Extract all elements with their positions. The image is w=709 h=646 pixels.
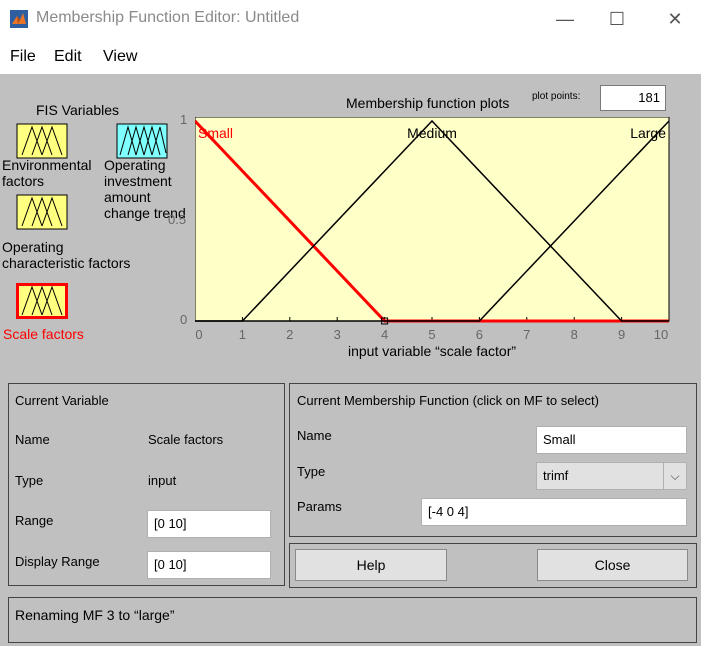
- menu-file[interactable]: File: [10, 48, 36, 66]
- range-label: Range: [15, 513, 54, 528]
- x-tick-label: 8: [571, 327, 578, 342]
- plot-title: Membership function plots: [346, 95, 510, 111]
- fis-variables-heading: FIS Variables: [36, 102, 119, 118]
- close-button[interactable]: Close: [537, 549, 688, 581]
- current-variable-heading: Current Variable: [15, 393, 109, 408]
- mf-params-label: Params: [297, 499, 342, 514]
- plot-points-input[interactable]: 181: [600, 85, 666, 111]
- y-tick-label: 0: [180, 312, 188, 327]
- x-axis-label: input variable “scale factor”: [348, 343, 516, 359]
- variable-label-scale-factors[interactable]: Scale factors: [3, 326, 84, 342]
- display-range-input[interactable]: [0 10]: [147, 551, 271, 579]
- maximize-button[interactable]: ☐: [602, 6, 632, 32]
- variable-name-value: Scale factors: [148, 432, 224, 447]
- range-input[interactable]: [0 10]: [147, 510, 271, 538]
- current-mf-heading: Current Membership Function (click on MF…: [297, 393, 599, 408]
- status-text: Renaming MF 3 to “large”: [15, 607, 175, 623]
- x-tick-label: 7: [523, 327, 530, 342]
- variable-name-label: Name: [15, 432, 50, 447]
- help-button[interactable]: Help: [295, 549, 447, 581]
- variable-label-environmental[interactable]: Environmental factors: [2, 157, 92, 189]
- mf-type-value: trimf: [543, 468, 569, 483]
- x-tick-label: 6: [476, 327, 483, 342]
- mf-type-label: Type: [297, 464, 326, 479]
- variable-type-value: input: [148, 473, 177, 488]
- variable-label-operating-characteristic[interactable]: Operating characteristic factors: [2, 239, 130, 271]
- y-tick-label: 1: [180, 112, 188, 127]
- x-tick-label: 5: [428, 327, 435, 342]
- plot-points-label: plot points:: [532, 91, 581, 102]
- x-tick-label: 4: [381, 327, 388, 342]
- minimize-button[interactable]: —: [550, 6, 580, 32]
- membership-function-plot[interactable]: 0 1 2 3 4 5 6 7 8 9 10 input variable “scale factor…: [195, 117, 695, 375]
- variable-icon-scale-factors[interactable]: [16, 283, 68, 319]
- mf-label-large[interactable]: Large: [630, 125, 666, 141]
- y-tick-label: 0.5: [168, 212, 187, 227]
- menu-view[interactable]: View: [103, 48, 137, 66]
- x-tick-label: 0: [195, 327, 202, 342]
- window-title: Membership Function Editor: Untitled: [36, 9, 300, 26]
- mf-label-medium[interactable]: Medium: [407, 125, 457, 141]
- mf-name-input[interactable]: Small: [536, 426, 687, 454]
- variable-icon-investment[interactable]: [116, 123, 168, 159]
- variable-icon-operating-characteristic[interactable]: [16, 194, 68, 230]
- x-tick-label: 3: [334, 327, 341, 342]
- menu-edit[interactable]: Edit: [54, 48, 82, 66]
- x-tick-label: 9: [618, 327, 625, 342]
- plot-background: [195, 117, 670, 322]
- chevron-down-icon[interactable]: ⌵: [663, 463, 686, 489]
- x-tick-label: 1: [239, 327, 246, 342]
- x-tick-label: 10: [654, 327, 668, 342]
- variable-icon-environmental[interactable]: [16, 123, 68, 159]
- mf-label-small[interactable]: Small: [198, 125, 233, 141]
- variable-type-label: Type: [15, 473, 44, 488]
- mf-type-select[interactable]: trimf ⌵: [536, 462, 687, 490]
- mf-name-label: Name: [297, 428, 332, 443]
- mf-params-input[interactable]: [-4 0 4]: [421, 498, 687, 526]
- matlab-app-icon: [10, 10, 28, 28]
- display-range-label: Display Range: [15, 554, 100, 569]
- close-window-button[interactable]: ✕: [660, 6, 690, 32]
- x-tick-label: 2: [286, 327, 293, 342]
